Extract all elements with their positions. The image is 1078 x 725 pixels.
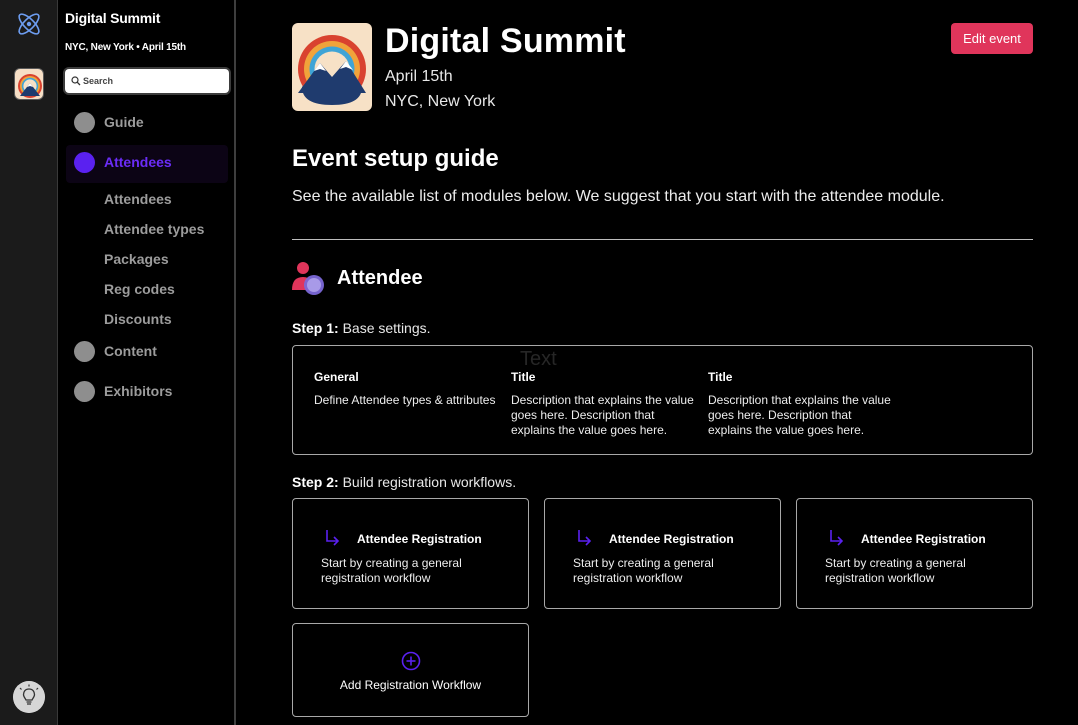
sidebar-item-guide[interactable]: Guide: [74, 109, 144, 135]
step-2-label: Step 2: Build registration workflows.: [292, 474, 516, 490]
content-icon: [74, 340, 95, 362]
sidebar-subitem-attendee-types[interactable]: Attendee types: [104, 221, 204, 237]
exhibitors-icon: [74, 380, 95, 402]
guide-description: See the available list of modules below.…: [292, 188, 945, 205]
workflow-card[interactable]: Attendee Registration Start by creating …: [292, 498, 529, 609]
divider: [292, 239, 1033, 240]
sidebar-event-meta: NYC, New York • April 15th: [65, 42, 186, 53]
edit-event-button[interactable]: Edit event: [951, 23, 1033, 54]
placeholder-text: Text: [520, 348, 557, 370]
workflow-card[interactable]: Attendee Registration Start by creating …: [796, 498, 1033, 609]
search-input[interactable]: [83, 76, 223, 86]
workflow-desc: Start by creating a general registration…: [825, 556, 966, 585]
attendee-module-icon: [292, 262, 324, 295]
arrow-down-right-icon: [578, 530, 592, 546]
event-date: April 15th: [385, 68, 453, 85]
settings-column-title: Title: [708, 370, 733, 384]
guide-title: Event setup guide: [292, 145, 499, 172]
sidebar-item-attendees[interactable]: Attendees: [74, 149, 172, 175]
event-logo-icon[interactable]: [14, 68, 44, 100]
settings-column-desc: Description that explains the value goes…: [511, 393, 694, 437]
settings-column[interactable]: Title Description that explains the valu…: [708, 370, 896, 438]
settings-column[interactable]: Title Description that explains the valu…: [511, 370, 699, 438]
step-2-prefix: Step 2:: [292, 474, 339, 490]
search-icon: [71, 76, 81, 86]
step-1-settings-box: Text General Define Attendee types & att…: [292, 345, 1033, 455]
main-content: Digital Summit April 15th NYC, New York …: [236, 0, 1078, 725]
workflow-desc: Start by creating a general registration…: [321, 556, 462, 585]
sidebar-subitem-packages[interactable]: Packages: [104, 251, 169, 267]
lightbulb-icon[interactable]: [13, 681, 45, 713]
page-title: Digital Summit: [385, 22, 626, 60]
event-logo-icon: [292, 23, 372, 111]
workflow-title: Attendee Registration: [357, 532, 482, 546]
step-1-prefix: Step 1:: [292, 320, 339, 336]
settings-column[interactable]: General Define Attendee types & attribut…: [314, 370, 502, 408]
workflow-title: Attendee Registration: [609, 532, 734, 546]
sidebar-item-exhibitors[interactable]: Exhibitors: [74, 378, 172, 404]
plus-circle-icon: [401, 651, 421, 671]
sidebar-event-name: Digital Summit: [65, 10, 161, 26]
sidebar-subitem-discounts[interactable]: Discounts: [104, 311, 172, 327]
arrow-down-right-icon: [326, 530, 340, 546]
event-location: NYC, New York: [385, 93, 496, 110]
step-2-text: Build registration workflows.: [342, 474, 517, 490]
sidebar-subitem-attendees[interactable]: Attendees: [104, 191, 172, 207]
sidebar-item-label: Attendees: [104, 154, 172, 170]
arrow-down-right-icon: [830, 530, 844, 546]
sidebar: Digital Summit NYC, New York • April 15t…: [58, 0, 236, 725]
workflow-card[interactable]: Attendee Registration Start by creating …: [544, 498, 781, 609]
step-1-text: Base settings.: [342, 320, 431, 336]
workflow-desc: Start by creating a general registration…: [573, 556, 714, 585]
sidebar-item-label: Content: [104, 343, 157, 359]
attendees-icon: [74, 151, 95, 173]
add-workflow-label: Add Registration Workflow: [339, 678, 482, 692]
step-1-label: Step 1: Base settings.: [292, 320, 431, 336]
add-registration-workflow-button[interactable]: Add Registration Workflow: [292, 623, 529, 717]
settings-column-desc: Define Attendee types & attributes: [314, 393, 496, 407]
search-box: [65, 69, 229, 93]
settings-column-title: General: [314, 370, 359, 384]
settings-column-desc: Description that explains the value goes…: [708, 393, 891, 437]
settings-column-title: Title: [511, 370, 536, 384]
atom-icon[interactable]: [14, 9, 44, 39]
sidebar-item-label: Exhibitors: [104, 383, 173, 399]
sidebar-subitem-reg-codes[interactable]: Reg codes: [104, 281, 175, 297]
module-title: Attendee: [337, 267, 423, 289]
guide-icon: [74, 111, 95, 133]
sidebar-item-content[interactable]: Content: [74, 338, 157, 364]
app-rail: [0, 0, 58, 725]
sidebar-item-label: Guide: [104, 114, 144, 130]
workflow-title: Attendee Registration: [861, 532, 986, 546]
